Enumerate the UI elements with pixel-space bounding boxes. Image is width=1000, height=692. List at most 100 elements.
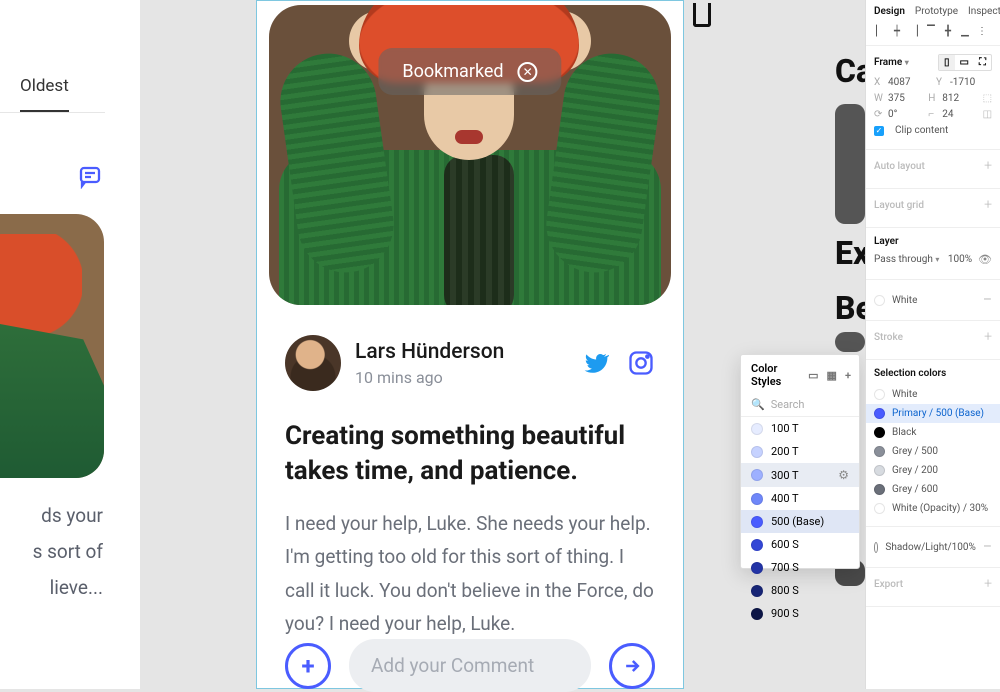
height-input[interactable]: 812 xyxy=(942,93,959,104)
color-swatch xyxy=(874,427,885,438)
list-view-icon[interactable]: ▭ xyxy=(808,369,818,382)
color-swatch xyxy=(751,516,763,528)
color-swatch xyxy=(751,493,763,505)
color-label: 300 T xyxy=(771,469,799,482)
color-style-item[interactable]: 200 T xyxy=(741,440,859,463)
remove-icon[interactable]: – xyxy=(983,292,992,308)
color-swatch xyxy=(751,539,763,551)
tab-oldest[interactable]: Oldest xyxy=(20,76,69,112)
opacity-input[interactable]: 100% xyxy=(948,254,972,265)
blend-mode-select[interactable]: Pass through ▾ xyxy=(874,254,939,265)
selection-color-item[interactable]: Primary / 500 (Base) xyxy=(866,404,1000,423)
color-style-item[interactable]: 700 S xyxy=(741,556,859,579)
color-label: White (Opacity) / 30% xyxy=(892,503,988,514)
distribute-icon[interactable]: ⋮ xyxy=(976,26,988,37)
author-row: Lars Hünderson 10 mins ago xyxy=(285,335,655,391)
fill-container-icon: ⛶ xyxy=(974,55,991,70)
color-swatch xyxy=(751,446,763,458)
color-style-item[interactable]: 900 S xyxy=(741,602,859,625)
toast-bookmarked: Bookmarked ✕ xyxy=(378,48,561,95)
comment-icon[interactable] xyxy=(78,165,102,193)
tab-inspect[interactable]: Inspect xyxy=(968,6,1000,17)
tab-design[interactable]: Design xyxy=(874,6,905,17)
selection-color-item[interactable]: White xyxy=(874,385,992,404)
align-bottom-icon[interactable]: ▁ xyxy=(959,26,971,37)
comment-input[interactable]: Add your Comment xyxy=(349,639,591,692)
color-swatch xyxy=(874,389,885,400)
color-swatch xyxy=(874,408,885,419)
color-style-item[interactable]: 500 (Base) xyxy=(741,510,859,533)
send-button[interactable] xyxy=(609,643,655,689)
instagram-icon[interactable] xyxy=(627,349,655,377)
adjust-icon[interactable]: ⚙ xyxy=(838,468,849,482)
selected-frame[interactable]: Bookmarked ✕ Lars Hünderson 10 mins ago … xyxy=(256,0,684,689)
fill-section: White – xyxy=(866,280,1000,321)
selection-color-item[interactable]: Black xyxy=(874,423,992,442)
section-title: Frame xyxy=(874,57,902,68)
export-section[interactable]: Export+ xyxy=(866,568,1000,607)
align-hcenter-icon[interactable]: ┿ xyxy=(891,26,903,37)
bg-image-block xyxy=(835,104,865,224)
popover-title: Color Styles xyxy=(751,362,808,388)
color-label: Grey / 600 xyxy=(892,484,938,495)
resize-mode-toggle[interactable]: ▯ ▭ ⛶ xyxy=(938,54,992,71)
twitter-icon[interactable] xyxy=(581,349,609,377)
post-image xyxy=(0,214,104,478)
tab-prototype[interactable]: Prototype xyxy=(915,6,958,17)
rotation-input[interactable]: 0° xyxy=(888,109,897,120)
auto-layout-section[interactable]: Auto layout+ xyxy=(866,150,1000,189)
post-body: I need your help, Luke. She needs your h… xyxy=(285,507,655,640)
independent-corners-icon[interactable]: ◫ xyxy=(983,109,992,120)
align-vcenter-icon[interactable]: ╋ xyxy=(942,26,954,37)
color-swatch xyxy=(751,562,763,574)
stroke-section[interactable]: Stroke+ xyxy=(866,321,1000,360)
align-top-icon[interactable]: ▔ xyxy=(925,26,937,37)
layout-grid-section[interactable]: Layout grid+ xyxy=(866,189,1000,228)
color-swatch xyxy=(751,585,763,597)
fill-swatch[interactable] xyxy=(874,295,885,306)
fill-label: White xyxy=(892,295,917,306)
color-swatch xyxy=(751,469,763,481)
clip-content-label: Clip content xyxy=(895,125,948,136)
avatar[interactable] xyxy=(285,335,341,391)
color-label: White xyxy=(892,389,917,400)
search-input[interactable]: 🔍 Search xyxy=(741,393,859,417)
remove-icon[interactable]: – xyxy=(983,539,992,555)
close-icon[interactable]: ✕ xyxy=(518,62,538,82)
effect-icon[interactable] xyxy=(874,542,878,553)
color-swatch xyxy=(874,484,885,495)
selection-color-item[interactable]: White (Opacity) / 30% xyxy=(874,499,992,518)
selection-color-item[interactable]: Grey / 200 xyxy=(874,461,992,480)
color-styles-popover: Color Styles ▭ ▦ + 🔍 Search 100 T 200 T … xyxy=(740,354,860,569)
y-input[interactable]: -1710 xyxy=(950,77,975,88)
bookmark-icon xyxy=(693,3,711,27)
add-icon: + xyxy=(984,158,992,174)
add-style-icon[interactable]: + xyxy=(845,369,851,382)
color-style-item[interactable]: 100 T xyxy=(741,417,859,440)
add-button[interactable]: + xyxy=(285,643,331,689)
align-left-icon[interactable]: ▏ xyxy=(874,26,886,37)
color-style-item[interactable]: 400 T xyxy=(741,487,859,510)
selection-color-item[interactable]: Grey / 500 xyxy=(874,442,992,461)
clip-content-checkbox[interactable]: ✓ xyxy=(874,126,884,136)
color-label: 700 S xyxy=(771,561,799,574)
section-title: Layer xyxy=(874,236,899,247)
left-partial-card: Oldest ds your s sort of lieve... xyxy=(0,0,140,689)
selection-color-item[interactable]: Grey / 600 xyxy=(874,480,992,499)
x-input[interactable]: 4087 xyxy=(888,77,910,88)
color-label: 200 T xyxy=(771,445,799,458)
color-style-item[interactable]: 800 S xyxy=(741,579,859,602)
inspector-tabs: Design Prototype Inspect xyxy=(866,0,1000,21)
inspector-panel: Design Prototype Inspect ▏ ┿ ▕ ▔ ╋ ▁ ⋮ F… xyxy=(865,0,1000,689)
color-swatch xyxy=(751,423,763,435)
post-time: 10 mins ago xyxy=(355,368,581,387)
color-style-item[interactable]: 600 S xyxy=(741,533,859,556)
color-style-item[interactable]: 300 T ⚙ xyxy=(741,463,859,487)
align-right-icon[interactable]: ▕ xyxy=(908,26,920,37)
grid-view-icon[interactable]: ▦ xyxy=(827,369,837,382)
width-input[interactable]: 375 xyxy=(888,93,905,104)
chevron-down-icon[interactable]: ▾ xyxy=(905,58,909,67)
constrain-icon[interactable]: ⬚ xyxy=(983,93,992,104)
radius-input[interactable]: 24 xyxy=(942,109,953,120)
visibility-icon[interactable]: 👁 xyxy=(978,253,992,266)
